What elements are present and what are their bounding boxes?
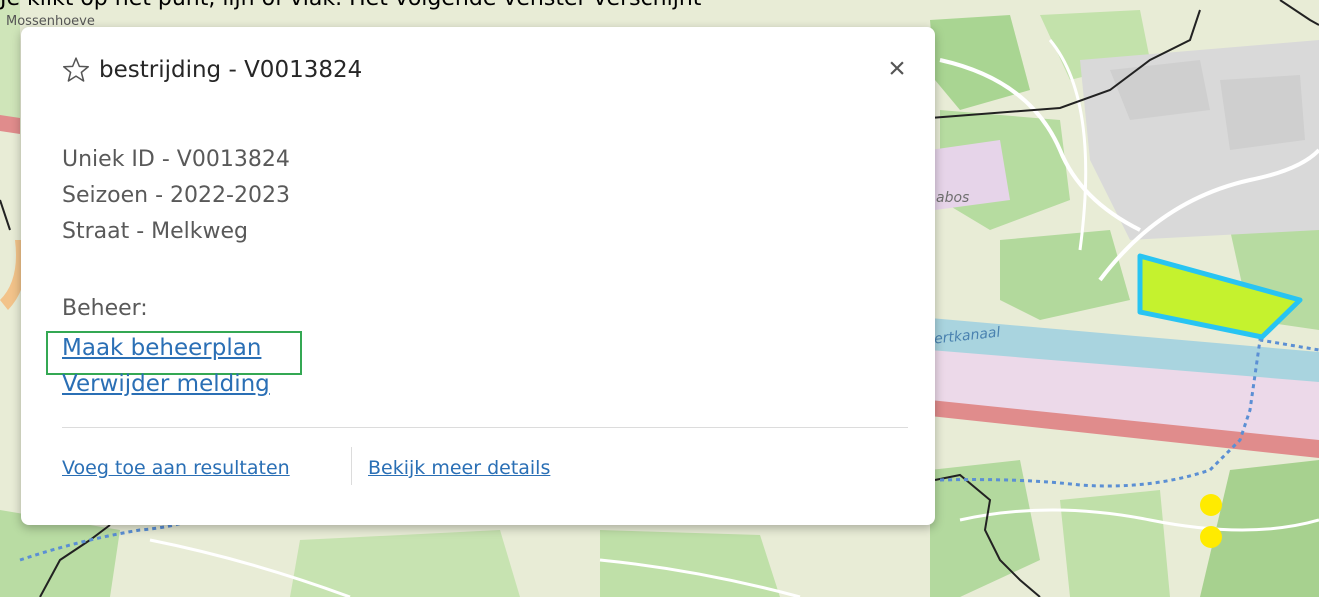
verwijder-melding-link[interactable]: Verwijder melding [62,371,270,397]
divider [62,427,908,428]
beheer-label: Beheer: [62,296,148,321]
map-label-bos: abos [936,190,970,206]
attribute-list: Uniek ID - V0013824 Seizoen - 2022-2023 … [62,142,290,250]
popup-header: bestrijding - V0013824 [61,55,362,85]
maak-beheerplan-link[interactable]: Maak beheerplan [62,335,261,361]
instruction-caption: Je klikt op het punt, lijn of vlak. Het … [0,0,701,11]
view-details-link[interactable]: Bekijk meer details [368,457,550,479]
attribute-street: Straat - Melkweg [62,219,249,244]
footer-separator [351,447,352,485]
attribute-unique-id: Uniek ID - V0013824 [62,147,290,172]
star-icon[interactable] [61,55,91,85]
popup-title: bestrijding - V0013824 [99,57,363,83]
add-to-results-link[interactable]: Voeg toe aan resultaten [62,457,290,479]
attribute-season: Seizoen - 2022-2023 [62,183,290,208]
close-button[interactable]: × [881,53,913,85]
feature-info-popup: bestrijding - V0013824 × Uniek ID - V001… [21,27,935,525]
